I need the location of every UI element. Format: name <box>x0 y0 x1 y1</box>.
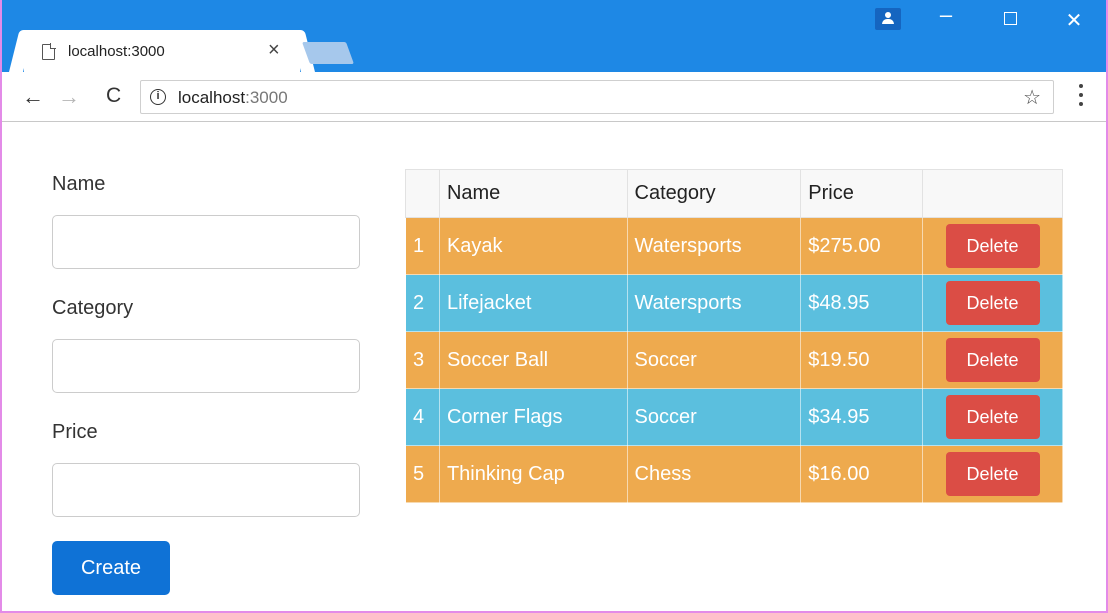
table-row: 3 Soccer Ball Soccer $19.50 Delete <box>405 331 1063 389</box>
header-index <box>405 169 440 218</box>
tab-close-icon[interactable]: × <box>268 39 280 62</box>
browser-toolbar: ← → C i localhost:3000 ☆ <box>2 72 1106 122</box>
forward-icon[interactable]: → <box>58 84 80 110</box>
row-category: Watersports <box>626 274 802 332</box>
create-button[interactable]: Create <box>52 541 170 595</box>
header-name: Name <box>438 169 628 218</box>
close-window-icon[interactable]: ✕ <box>1054 8 1094 33</box>
url-text: localhost:3000 <box>178 88 288 108</box>
name-label: Name <box>52 173 106 195</box>
delete-button[interactable]: Delete <box>945 224 1040 268</box>
row-index: 2 <box>405 274 440 332</box>
browser-window: localhost:3000 × – ✕ ← → C i localhost:3… <box>0 0 1108 613</box>
reload-icon[interactable]: C <box>106 84 121 108</box>
row-index: 5 <box>405 445 440 503</box>
info-icon[interactable]: i <box>150 89 166 105</box>
page-content: Name Category Price Create Name Category… <box>2 123 1106 611</box>
row-name: Corner Flags <box>438 388 628 446</box>
row-actions: Delete <box>922 388 1063 446</box>
row-actions: Delete <box>922 445 1063 503</box>
row-actions: Delete <box>922 331 1063 389</box>
header-price: Price <box>800 169 924 218</box>
table-row: 2 Lifejacket Watersports $48.95 Delete <box>405 274 1063 332</box>
price-label: Price <box>52 421 98 443</box>
row-category: Chess <box>626 445 802 503</box>
table-row: 5 Thinking Cap Chess $16.00 Delete <box>405 445 1063 503</box>
price-input[interactable] <box>52 463 360 517</box>
row-index: 4 <box>405 388 440 446</box>
product-form: Name Category Price Create <box>52 173 362 595</box>
row-category: Soccer <box>626 388 802 446</box>
category-label: Category <box>52 297 134 319</box>
header-category: Category <box>626 169 802 218</box>
row-actions: Delete <box>922 217 1063 275</box>
products-table: Name Category Price 1 Kayak Watersports … <box>405 169 1063 503</box>
name-input[interactable] <box>52 215 360 269</box>
row-price: $16.00 <box>800 445 924 503</box>
back-icon[interactable]: ← <box>22 84 44 110</box>
row-index: 3 <box>405 331 440 389</box>
row-price: $19.50 <box>800 331 924 389</box>
minimize-icon[interactable]: – <box>926 2 966 28</box>
delete-button[interactable]: Delete <box>945 395 1040 439</box>
url-port: :3000 <box>245 88 288 107</box>
profile-icon[interactable] <box>875 8 901 30</box>
row-name: Thinking Cap <box>438 445 628 503</box>
row-price: $275.00 <box>800 217 924 275</box>
row-category: Soccer <box>626 331 802 389</box>
table-row: 1 Kayak Watersports $275.00 Delete <box>405 217 1063 275</box>
address-bar[interactable]: i localhost:3000 ☆ <box>140 80 1054 114</box>
url-host: localhost <box>178 88 246 107</box>
row-name: Kayak <box>438 217 628 275</box>
row-price: $34.95 <box>800 388 924 446</box>
delete-button[interactable]: Delete <box>945 338 1040 382</box>
row-category: Watersports <box>626 217 802 275</box>
title-bar: localhost:3000 × – ✕ <box>2 0 1106 74</box>
bookmark-star-icon[interactable]: ☆ <box>1023 85 1041 110</box>
row-price: $48.95 <box>800 274 924 332</box>
tab-localhost[interactable]: localhost:3000 × <box>24 30 300 74</box>
row-name: Soccer Ball <box>438 331 628 389</box>
page-icon <box>42 43 56 60</box>
new-tab-button[interactable] <box>301 42 355 64</box>
browser-menu-icon[interactable] <box>1076 84 1086 108</box>
table-row: 4 Corner Flags Soccer $34.95 Delete <box>405 388 1063 446</box>
header-actions <box>922 169 1063 218</box>
row-name: Lifejacket <box>438 274 628 332</box>
maximize-icon[interactable] <box>990 8 1030 30</box>
row-index: 1 <box>405 217 440 275</box>
tab-title: localhost:3000 <box>68 43 165 60</box>
delete-button[interactable]: Delete <box>945 281 1040 325</box>
delete-button[interactable]: Delete <box>945 452 1040 496</box>
category-input[interactable] <box>52 339 360 393</box>
row-actions: Delete <box>922 274 1063 332</box>
table-header-row: Name Category Price <box>405 169 1063 218</box>
